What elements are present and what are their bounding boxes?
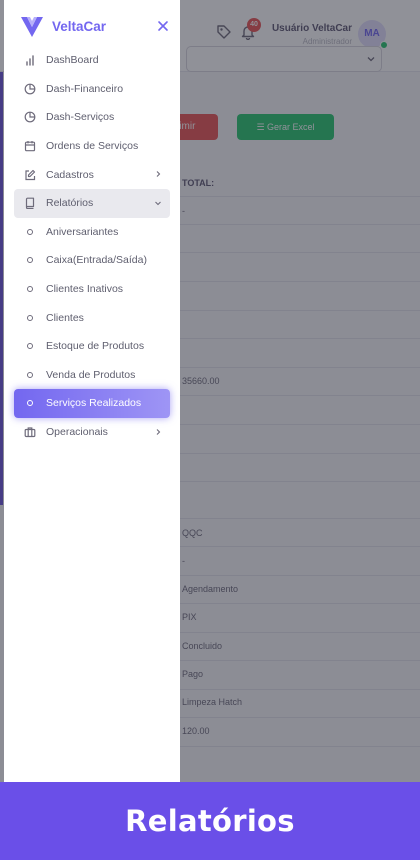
edit-icon [24, 169, 36, 181]
sidebar-subitem-clientes-inativos[interactable]: Clientes Inativos [14, 275, 170, 304]
sidebar-item-label: Caixa(Entrada/Saída) [46, 254, 147, 267]
sidebar-item-operacionais[interactable]: Operacionais [14, 418, 170, 447]
sidebar-subitem-caixa[interactable]: Caixa(Entrada/Saída) [14, 246, 170, 275]
sidebar-item-label: Ordens de Serviços [46, 140, 139, 153]
sidebar-subitem-servicos-realizados[interactable]: Serviços Realizados [14, 389, 170, 418]
sidebar-item-label: Clientes Inativos [46, 283, 124, 296]
sidebar-item-dash-financeiro[interactable]: Dash-Financeiro [14, 75, 170, 104]
sidebar-item-label: Cadastros [46, 168, 94, 181]
circle-icon [24, 397, 36, 409]
sidebar-item-label: Serviços Realizados [46, 397, 142, 410]
circle-icon [24, 340, 36, 352]
brand[interactable]: VeltaCar [18, 14, 168, 40]
chevron-right-icon [156, 171, 161, 178]
sidebar-item-label: DashBoard [46, 54, 99, 67]
bar-chart-icon [24, 54, 36, 66]
sidebar-item-relatorios[interactable]: Relatórios [14, 188, 170, 218]
chevron-right-icon [156, 428, 161, 435]
sidebar-subitem-aniversariantes[interactable]: Aniversariantes [14, 218, 170, 247]
section-title-banner: Relatórios [0, 782, 420, 860]
sidebar-item-label: Dash-Financeiro [46, 82, 124, 95]
sidebar-subitem-venda-de-produtos[interactable]: Venda de Produtos [14, 361, 170, 390]
circle-icon [24, 283, 36, 295]
sidebar-item-dashboard[interactable]: DashBoard [14, 46, 170, 75]
sidebar-item-cadastros[interactable]: Cadastros [14, 160, 170, 189]
calendar-icon [24, 140, 36, 152]
sidebar-item-ordens-de-servicos[interactable]: Ordens de Serviços [14, 132, 170, 161]
book-icon [24, 197, 36, 210]
sidebar-item-label: Aniversariantes [46, 225, 119, 238]
chevron-down-icon [155, 201, 161, 206]
sidebar-item-label: Dash-Serviços [46, 111, 115, 124]
circle-icon [24, 226, 36, 238]
sidebar-nav: DashBoard Dash-Financeiro Dash-Serviços … [14, 46, 170, 446]
pie-chart-icon [24, 83, 36, 95]
sidebar-subitem-clientes[interactable]: Clientes [14, 303, 170, 332]
veltacar-logo-icon [21, 17, 43, 37]
briefcase-icon [24, 426, 36, 438]
circle-icon [24, 254, 36, 266]
sidebar-item-label: Relatórios [46, 197, 94, 210]
sidebar-subitem-estoque-de-produtos[interactable]: Estoque de Produtos [14, 332, 170, 361]
banner-title: Relatórios [125, 804, 295, 838]
pie-chart-icon [24, 111, 36, 123]
sidebar-item-label: Estoque de Produtos [46, 340, 145, 353]
sidebar-item-label: Venda de Produtos [46, 368, 136, 381]
sidebar-item-label: Clientes [46, 311, 84, 324]
sidebar-item-dash-servicos[interactable]: Dash-Serviços [14, 103, 170, 132]
close-icon[interactable] [157, 20, 169, 32]
circle-icon [24, 369, 36, 381]
sidebar: VeltaCar DashBoard Dash-Financeiro Dash-… [4, 0, 180, 782]
circle-icon [24, 312, 36, 324]
sidebar-item-label: Operacionais [46, 426, 108, 439]
brand-name: VeltaCar [52, 19, 107, 34]
